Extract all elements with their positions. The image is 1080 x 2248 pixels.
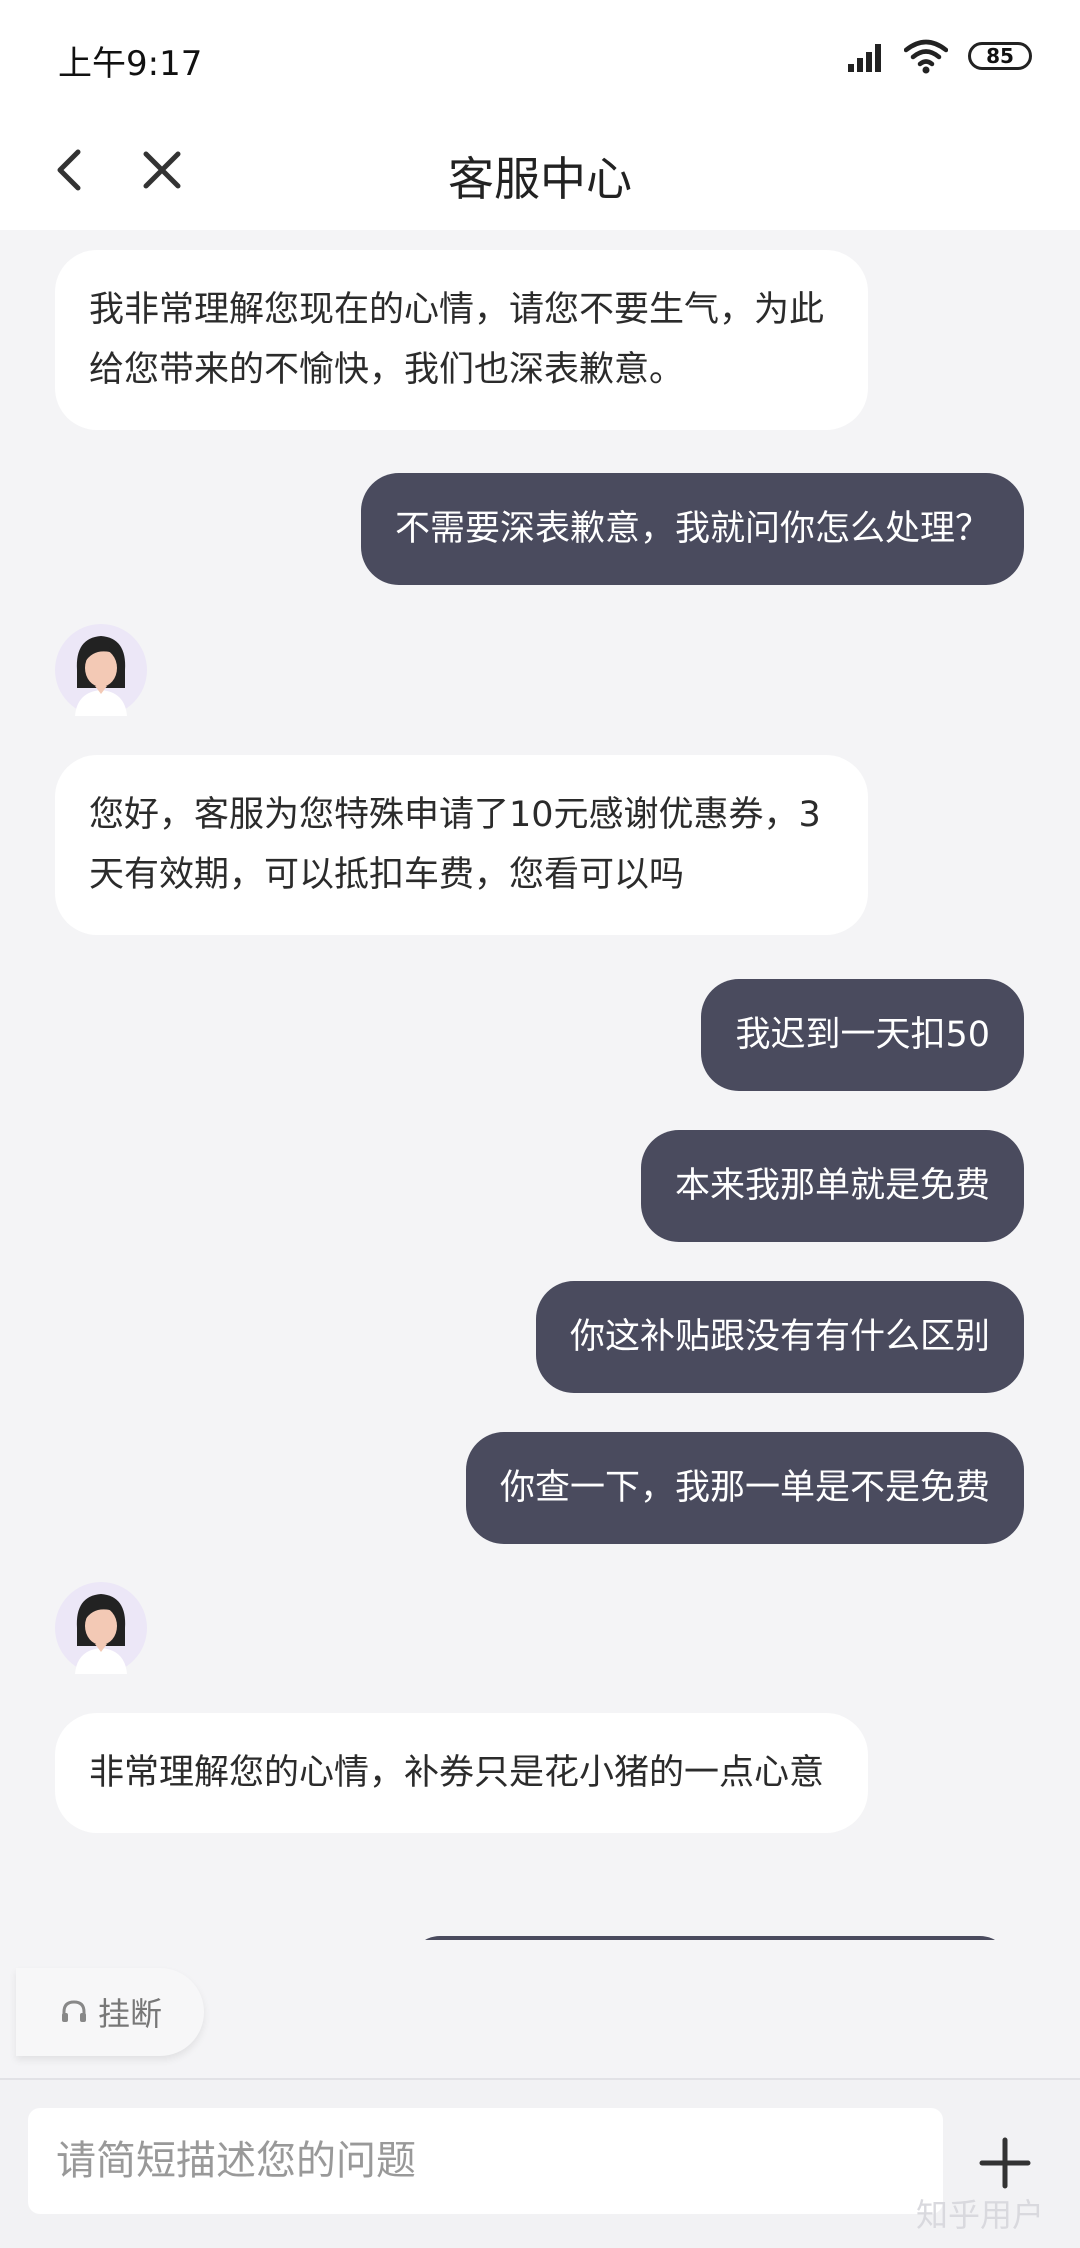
headset-icon bbox=[62, 2000, 86, 2022]
hangup-button[interactable]: 挂断 bbox=[16, 1968, 204, 2056]
user-message: 不需要深表歉意，我就问你怎么处理？ bbox=[360, 473, 1024, 585]
user-message: 你查一下，我那一单是不是免费 bbox=[465, 1432, 1024, 1544]
signal-icon bbox=[848, 44, 881, 72]
agent-message: 非常理解您的心情，补券只是花小猪的一点心意 bbox=[55, 1713, 868, 1833]
watermark: 知乎用户 bbox=[916, 2196, 1045, 2234]
user-message: 你这补贴跟没有有什么区别 bbox=[535, 1281, 1024, 1393]
message-input[interactable] bbox=[28, 2108, 943, 2214]
agent-message: 我非常理解您现在的心情，请您不要生气，为此给您带来的不愉快，我们也深表歉意。 bbox=[55, 250, 868, 430]
agent-avatar bbox=[55, 1582, 147, 1674]
status-bar: 上午9:17 85 bbox=[0, 0, 1080, 115]
hangup-label: 挂断 bbox=[98, 1995, 163, 2033]
user-message: 我迟到一天扣50 bbox=[701, 979, 1024, 1091]
user-message: 本来我那单就是免费 bbox=[640, 1130, 1024, 1242]
chat-area[interactable]: 我非常理解您现在的心情，请您不要生气，为此给您带来的不愉快，我们也深表歉意。 不… bbox=[0, 230, 1080, 1940]
user-message-partial bbox=[410, 1936, 1010, 1940]
agent-message: 您好，客服为您特殊申请了10元感谢优惠券，3天有效期，可以抵扣车费，您看可以吗 bbox=[55, 755, 868, 935]
battery-level: 85 bbox=[986, 44, 1014, 68]
header: 客服中心 bbox=[0, 115, 1080, 230]
page-title: 客服中心 bbox=[448, 152, 632, 206]
agent-avatar bbox=[55, 624, 147, 716]
status-time: 上午9:17 bbox=[58, 44, 203, 84]
plus-icon[interactable] bbox=[978, 2136, 1032, 2190]
wifi-icon bbox=[904, 39, 948, 74]
battery-icon: 85 bbox=[968, 42, 1032, 70]
